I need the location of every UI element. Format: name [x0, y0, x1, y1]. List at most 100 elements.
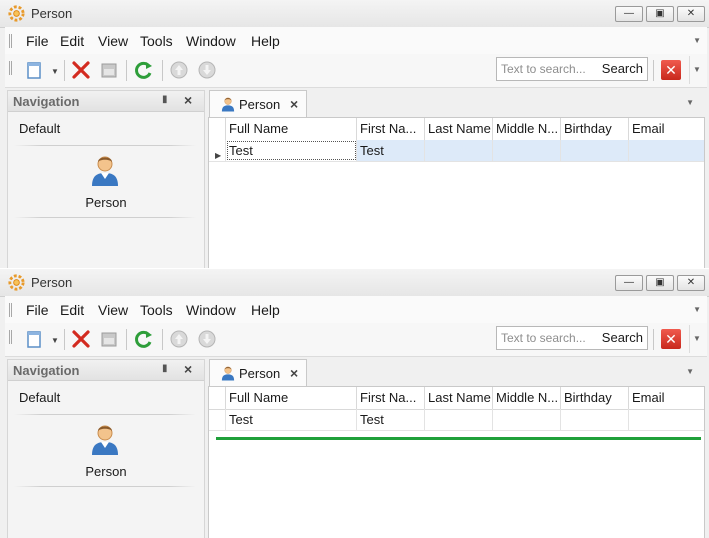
menu-file[interactable]: File — [26, 33, 49, 49]
column-header-middle-name[interactable]: Middle N... — [493, 387, 561, 409]
search-input[interactable]: Text to search... Search — [496, 326, 648, 350]
cell-email[interactable] — [629, 140, 704, 161]
toolbar-grip[interactable] — [9, 61, 13, 75]
table-row[interactable]: Test Test — [209, 409, 704, 431]
menu-help[interactable]: Help — [251, 33, 280, 49]
maximize-button[interactable]: ▣ — [646, 6, 674, 22]
chevron-down-icon[interactable]: ▼ — [693, 305, 701, 314]
tab-close-icon[interactable]: × — [290, 96, 298, 112]
column-header-birthday[interactable]: Birthday — [561, 118, 629, 140]
arrow-down-icon[interactable] — [197, 329, 217, 349]
pin-icon[interactable]: ▮ — [162, 94, 168, 105]
column-header-first-name[interactable]: First Na... — [357, 118, 425, 140]
new-dropdown-chevron-icon[interactable]: ▼ — [51, 67, 59, 76]
menu-grip[interactable] — [9, 303, 13, 317]
column-header-label: Full Name — [229, 121, 289, 136]
title-bar[interactable]: Person — ▣ ✕ — [0, 269, 709, 297]
search-input[interactable]: Text to search... Search — [496, 57, 648, 81]
menu-help[interactable]: Help — [251, 302, 280, 318]
menu-file[interactable]: File — [26, 302, 49, 318]
column-header-middle-name[interactable]: Middle N... — [493, 118, 561, 140]
cell-email[interactable] — [629, 409, 704, 430]
menu-window[interactable]: Window — [186, 302, 236, 318]
close-icon[interactable]: × — [184, 361, 192, 377]
column-header-last-name[interactable]: Last Name — [425, 387, 493, 409]
search-placeholder: Text to search... — [501, 62, 586, 76]
table-row[interactable]: ▶ Test Test — [209, 140, 704, 162]
tab-close-icon[interactable]: × — [290, 365, 298, 381]
search-button[interactable]: Search — [602, 61, 643, 76]
person-icon[interactable] — [88, 422, 122, 456]
delete-icon[interactable] — [71, 329, 91, 349]
tabs-chevron-down-icon[interactable]: ▼ — [686, 367, 694, 376]
column-header-full-name[interactable]: Full Name▲ — [226, 387, 357, 409]
menu-window[interactable]: Window — [186, 33, 236, 49]
column-header-email[interactable]: Email — [629, 118, 704, 140]
refresh-icon[interactable] — [134, 329, 154, 349]
save-disabled-icon[interactable] — [99, 329, 119, 349]
cell-full-name[interactable]: Test — [226, 140, 357, 161]
document-tabs: Person × ▼ — [208, 90, 708, 118]
minimize-button[interactable]: — — [615, 6, 643, 22]
tab-person[interactable]: Person × — [209, 90, 307, 118]
minimize-button[interactable]: — — [615, 275, 643, 291]
nav-group-default[interactable]: Default — [19, 121, 60, 136]
person-icon — [221, 366, 235, 381]
refresh-icon[interactable] — [134, 60, 154, 80]
column-header-birthday[interactable]: Birthday — [561, 387, 629, 409]
cell-last-name[interactable] — [425, 409, 493, 430]
nav-item-person[interactable]: Person — [8, 195, 204, 210]
tab-label: Person — [239, 366, 281, 381]
toolbar-chevron-down-icon[interactable]: ▼ — [689, 56, 704, 84]
toolbar-separator — [126, 60, 127, 81]
menu-tools[interactable]: Tools — [140, 302, 173, 318]
cell-first-name[interactable]: Test — [357, 140, 425, 161]
cell-middle-name[interactable] — [493, 140, 561, 161]
clear-search-icon[interactable]: ✕ — [661, 60, 681, 80]
arrow-up-icon[interactable] — [169, 329, 189, 349]
column-header-email[interactable]: Email — [629, 387, 704, 409]
maximize-button[interactable]: ▣ — [646, 275, 674, 291]
cell-birthday[interactable] — [561, 140, 629, 161]
tab-person[interactable]: Person × — [209, 359, 307, 387]
search-button[interactable]: Search — [602, 330, 643, 345]
close-icon[interactable]: × — [184, 92, 192, 108]
toolbar-chevron-down-icon[interactable]: ▼ — [689, 325, 704, 353]
pin-icon[interactable]: ▮ — [162, 363, 168, 374]
close-button[interactable]: ✕ — [677, 6, 705, 22]
cell-first-name[interactable]: Test — [357, 409, 425, 430]
cell-last-name[interactable] — [425, 140, 493, 161]
cell-birthday[interactable] — [561, 409, 629, 430]
menu-edit[interactable]: Edit — [60, 302, 84, 318]
person-icon[interactable] — [88, 153, 122, 187]
cell-middle-name[interactable] — [493, 409, 561, 430]
menu-grip[interactable] — [9, 34, 13, 48]
new-document-icon[interactable] — [25, 60, 45, 80]
delete-icon[interactable] — [71, 60, 91, 80]
clear-search-icon[interactable]: ✕ — [661, 329, 681, 349]
arrow-down-icon[interactable] — [197, 60, 217, 80]
arrow-up-icon[interactable] — [169, 60, 189, 80]
cell-full-name[interactable]: Test — [226, 409, 357, 430]
column-header-last-name[interactable]: Last Name — [425, 118, 493, 140]
new-dropdown-chevron-icon[interactable]: ▼ — [51, 336, 59, 345]
chevron-down-icon[interactable]: ▼ — [693, 36, 701, 45]
menu-view[interactable]: View — [98, 33, 128, 49]
save-disabled-icon[interactable] — [99, 60, 119, 80]
data-grid: Full Name▲ First Na... Last Name Middle … — [208, 386, 705, 538]
nav-group-default[interactable]: Default — [19, 390, 60, 405]
column-header-first-name[interactable]: First Na... — [357, 387, 425, 409]
navigation-header: Navigation ▮ × — [8, 360, 204, 381]
menu-tools[interactable]: Tools — [140, 33, 173, 49]
column-header-full-name[interactable]: Full Name▲ — [226, 118, 357, 140]
new-document-icon[interactable] — [25, 329, 45, 349]
toolbar-grip[interactable] — [9, 330, 13, 344]
menu-edit[interactable]: Edit — [60, 33, 84, 49]
menu-view[interactable]: View — [98, 302, 128, 318]
navigation-title: Navigation — [13, 363, 80, 378]
title-bar[interactable]: Person — ▣ ✕ — [0, 0, 709, 28]
nav-item-person[interactable]: Person — [8, 464, 204, 479]
navigation-panel: Navigation ▮ × Default Person — [7, 359, 205, 538]
tabs-chevron-down-icon[interactable]: ▼ — [686, 98, 694, 107]
close-button[interactable]: ✕ — [677, 275, 705, 291]
